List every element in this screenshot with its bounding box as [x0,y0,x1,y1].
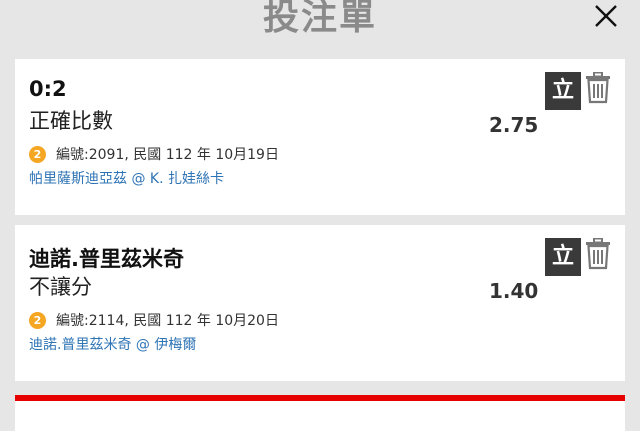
bet-info: 編號:2091, 民國 112 年 10月19日 [56,147,279,163]
bet-info: 編號:2114, 民國 112 年 10月20日 [56,313,279,329]
bet-teams-link[interactable]: 迪諾.普里茲米奇 @ 伊梅爾 [29,334,196,354]
bet-selection: 0:2 [29,77,67,101]
instant-bet-button[interactable]: 立 [545,238,581,276]
bet-card: 迪諾.普里茲米奇 不讓分 2 編號:2114, 民國 112 年 10月20日 … [15,225,625,381]
bet-market: 正確比數 [29,109,113,133]
instant-bet-button[interactable]: 立 [545,72,581,110]
next-card-edge [15,395,625,431]
bet-card: 0:2 正確比數 2 編號:2091, 民國 112 年 10月19日 帕里薩斯… [15,59,625,215]
bet-market: 不讓分 [29,275,92,299]
page-title: 投注單 [262,0,377,38]
number-badge-icon: 2 [29,311,46,329]
bet-teams-link[interactable]: 帕里薩斯迪亞茲 @ K. 扎娃絲卡 [29,168,224,188]
bet-info-row: 2 編號:2114, 民國 112 年 10月20日 [29,310,279,330]
trash-icon[interactable] [585,238,611,270]
bet-selection: 迪諾.普里茲米奇 [29,247,184,271]
close-icon[interactable] [592,2,620,30]
number-badge-icon: 2 [29,145,46,163]
header-bar: 投注單 [0,0,640,42]
trash-icon[interactable] [585,72,611,104]
bet-odds: 1.40 [489,279,539,303]
bet-info-row: 2 編號:2091, 民國 112 年 10月19日 [29,144,279,164]
bet-odds: 2.75 [489,113,539,137]
